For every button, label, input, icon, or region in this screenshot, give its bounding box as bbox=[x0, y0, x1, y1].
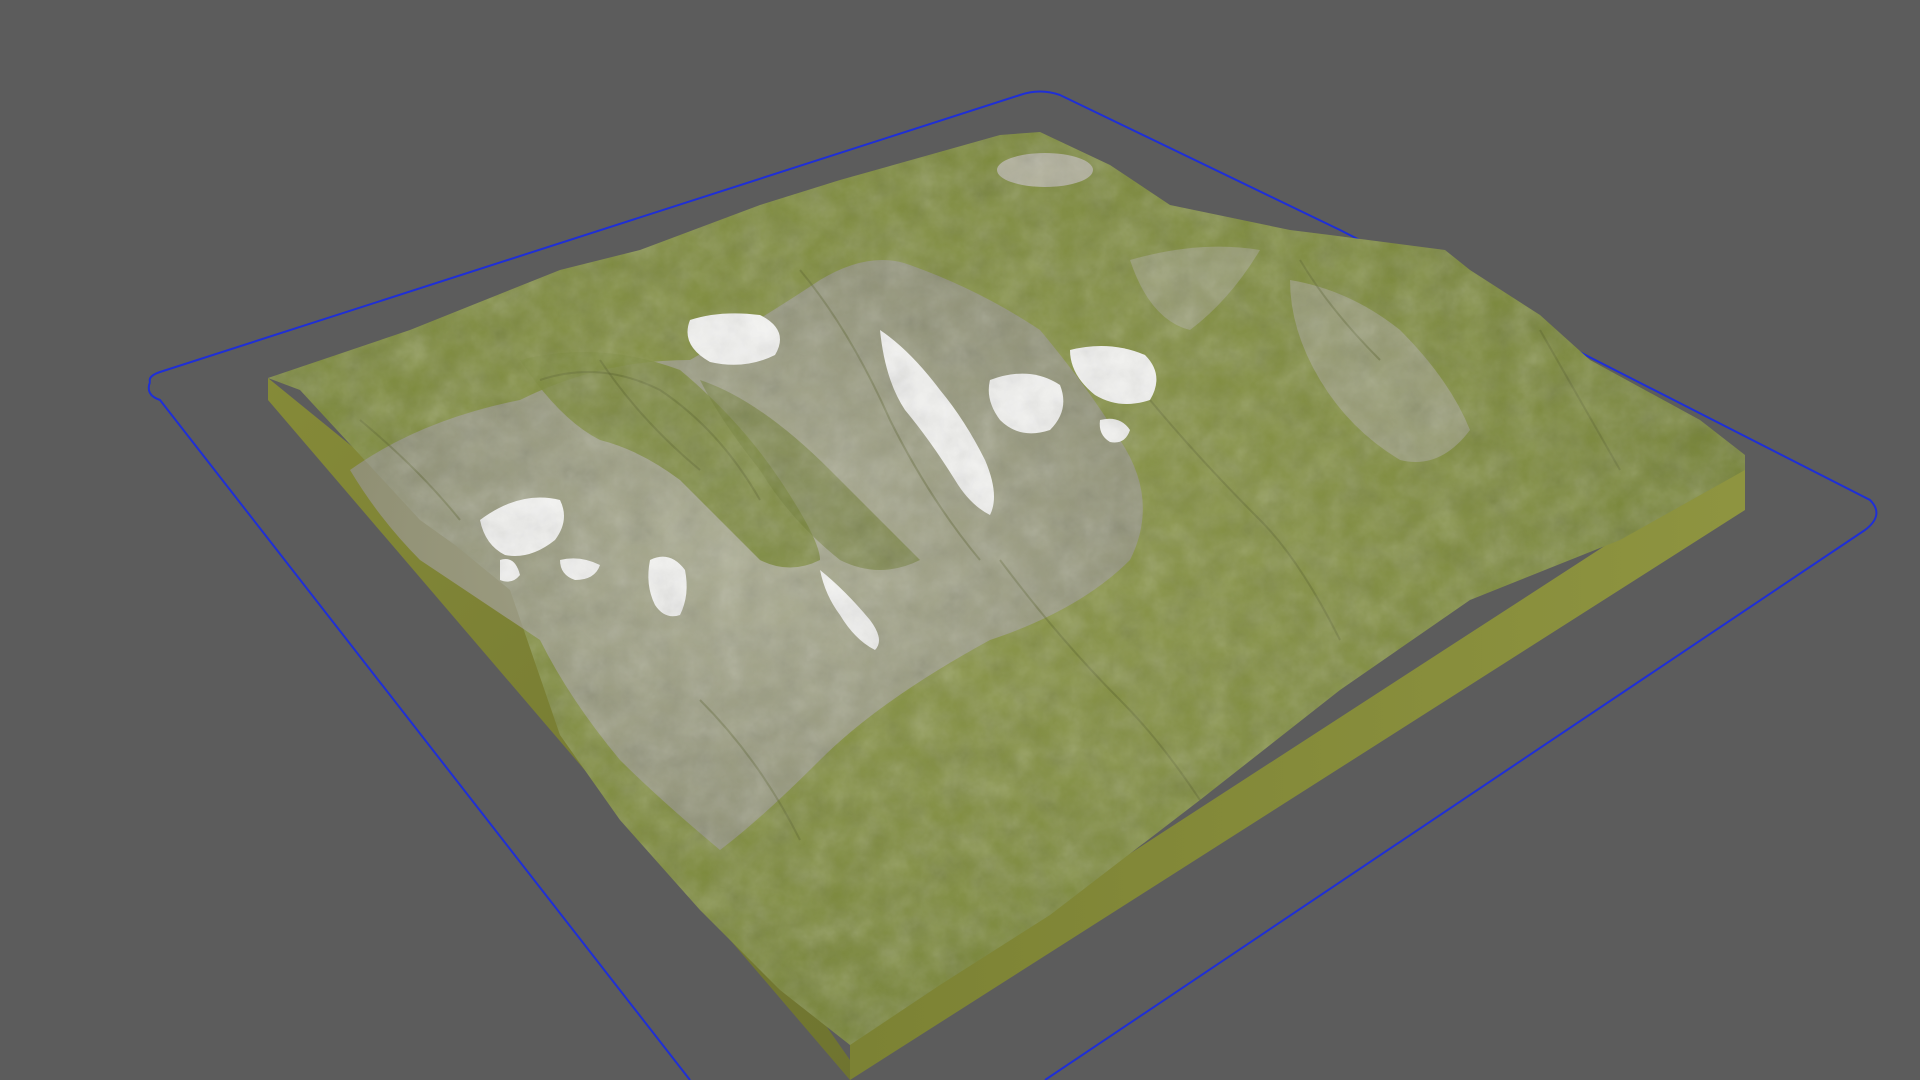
3d-viewport[interactable] bbox=[0, 0, 1920, 1080]
terrain-scene[interactable] bbox=[0, 0, 1920, 1080]
